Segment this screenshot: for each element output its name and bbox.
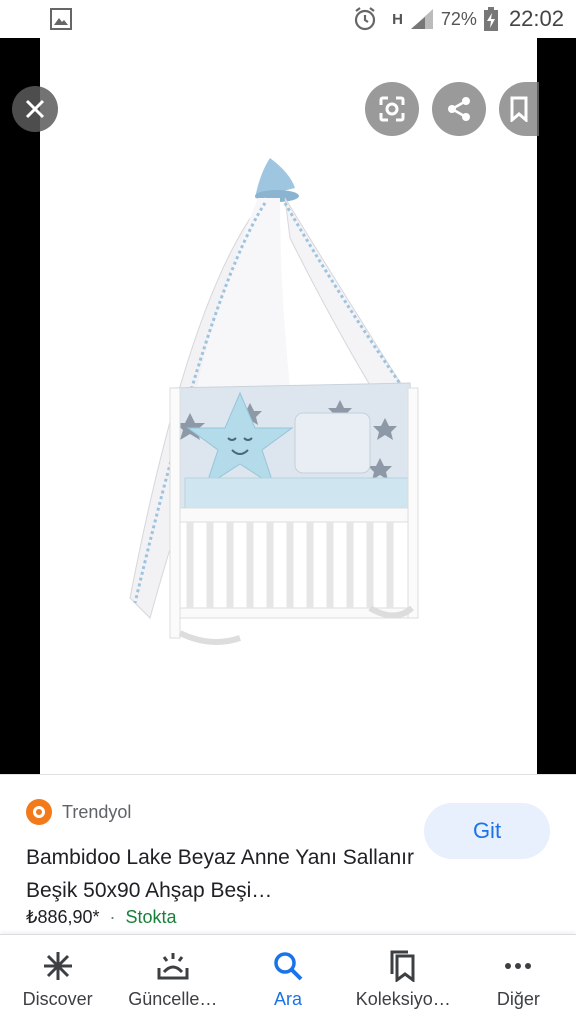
nav-label: Güncelle…: [128, 989, 218, 1009]
product-meta: ₺886,90* · Stokta: [26, 907, 177, 928]
nav-discover[interactable]: Discover: [0, 935, 115, 1025]
status-icons: H 72% 22:02: [352, 0, 564, 38]
nav-label: Discover: [22, 989, 93, 1009]
bookmark-icon: [510, 96, 528, 122]
trendyol-logo-icon: [26, 799, 52, 825]
lens-icon: [379, 96, 405, 122]
signal-icon: [410, 9, 433, 29]
updates-icon: [156, 949, 190, 983]
source-row[interactable]: Trendyol: [26, 799, 131, 825]
nav-label: Diğer: [496, 989, 540, 1009]
battery-percent: 72%: [440, 8, 477, 29]
clock: 22:02: [508, 6, 564, 31]
result-info-panel: Trendyol Bambidoo Lake Beyaz Anne Yanı S…: [0, 774, 576, 935]
stock-status: Stokta: [125, 907, 177, 927]
product-image[interactable]: [40, 38, 537, 774]
bottom-navigation: Discover Güncelle… Ara Koleksiyo… Diğer: [0, 934, 576, 1025]
close-icon: [25, 99, 45, 119]
product-price: ₺886,90*: [26, 907, 100, 927]
visit-button[interactable]: Git: [424, 803, 550, 859]
nav-label: Ara: [274, 989, 303, 1009]
source-name: Trendyol: [62, 801, 132, 822]
battery-charging-icon: [483, 7, 498, 31]
collections-icon: [386, 949, 420, 983]
image-viewer: [0, 38, 576, 774]
nav-updates[interactable]: Güncelle…: [115, 935, 230, 1025]
nav-more[interactable]: Diğer: [461, 935, 576, 1025]
nav-collections[interactable]: Koleksiyo…: [346, 935, 461, 1025]
search-icon: [271, 949, 305, 983]
alarm-icon: [354, 7, 376, 31]
nav-search[interactable]: Ara: [230, 935, 345, 1025]
nav-label: Koleksiyo…: [355, 989, 451, 1009]
crib-illustration: [129, 158, 419, 645]
share-button[interactable]: [432, 82, 486, 136]
gallery-notification-icon: [50, 8, 72, 30]
close-button[interactable]: [12, 86, 58, 132]
meta-separator: ·: [109, 907, 116, 927]
product-title[interactable]: Bambidoo Lake Beyaz Anne Yanı Sallanır B…: [26, 841, 426, 907]
share-icon: [448, 97, 470, 121]
status-bar: H 72% 22:02: [0, 0, 576, 38]
network-type: H: [392, 10, 403, 28]
lens-search-button[interactable]: [365, 82, 419, 136]
asterisk-icon: [41, 949, 75, 983]
more-icon: [501, 949, 535, 983]
